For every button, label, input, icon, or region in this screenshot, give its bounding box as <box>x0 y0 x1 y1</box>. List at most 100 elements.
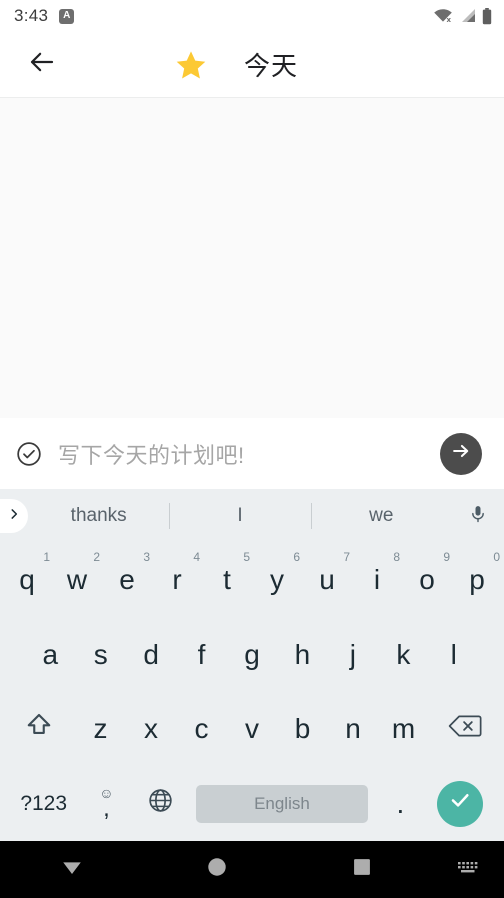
send-button[interactable] <box>440 432 482 475</box>
key-t[interactable]: 5t <box>202 543 252 618</box>
system-navigation-bar <box>0 841 504 898</box>
key-j[interactable]: j <box>328 618 378 693</box>
voice-input-button[interactable] <box>452 503 504 530</box>
backspace-key[interactable] <box>429 692 502 767</box>
comma-key-label: , <box>103 795 110 823</box>
key-o-label: o <box>419 564 435 596</box>
task-input-bar: 写下今天的计划吧! <box>0 418 504 489</box>
key-g[interactable]: g <box>227 618 277 693</box>
key-t-number: 5 <box>243 550 250 564</box>
keyboard-row-2: a s d f g h j k l <box>0 618 504 693</box>
key-y-number: 6 <box>293 550 300 564</box>
spacebar-label: English <box>195 784 369 823</box>
period-key[interactable]: . <box>376 767 425 842</box>
key-a[interactable]: a <box>25 618 75 693</box>
check-icon <box>447 787 473 820</box>
keyboard-row-3: z x c v b n m <box>0 692 504 767</box>
key-p[interactable]: 0p <box>452 543 502 618</box>
cellular-signal-icon <box>459 8 476 24</box>
key-q-label: q <box>19 564 35 596</box>
microphone-icon <box>468 503 488 530</box>
key-u-number: 7 <box>343 550 350 564</box>
nav-recents-button[interactable] <box>289 857 434 882</box>
shift-key[interactable] <box>2 692 75 767</box>
circle-home-icon <box>206 856 228 883</box>
square-recents-icon <box>352 857 372 882</box>
suggestion-item-0[interactable]: thanks <box>28 489 169 543</box>
suggestion-list: thanks I we <box>28 489 452 543</box>
nav-keyboard-indicator <box>434 859 504 881</box>
key-e-label: e <box>119 564 135 596</box>
key-z[interactable]: z <box>75 692 126 767</box>
key-r[interactable]: 4r <box>152 543 202 618</box>
key-s[interactable]: s <box>75 618 125 693</box>
key-r-label: r <box>172 564 182 596</box>
check-circle-icon[interactable] <box>12 437 46 471</box>
key-m[interactable]: m <box>378 692 429 767</box>
status-bar-clock: 3:43 <box>14 6 49 25</box>
key-x[interactable]: x <box>126 692 177 767</box>
key-u-label: u <box>319 564 335 596</box>
key-y-label: y <box>270 564 284 596</box>
enter-key[interactable] <box>425 767 496 842</box>
key-o-number: 9 <box>443 550 450 564</box>
back-button[interactable] <box>20 43 64 87</box>
suggestion-strip: thanks I we <box>0 489 504 543</box>
key-t-label: t <box>223 564 231 596</box>
suggestion-item-1[interactable]: I <box>169 489 310 543</box>
key-q-number: 1 <box>43 550 50 564</box>
soft-keyboard: thanks I we 1q 2w 3e 4r 5t 6y 7 u 8 i 9 … <box>0 489 504 841</box>
key-w-number: 2 <box>93 550 100 564</box>
star-icon[interactable] <box>174 48 208 82</box>
page-title: 今天 <box>244 51 299 81</box>
key-u[interactable]: 7u <box>302 543 352 618</box>
task-list-area[interactable] <box>0 98 504 418</box>
key-i[interactable]: 8i <box>352 543 402 618</box>
key-w-label: w <box>66 564 88 596</box>
arrow-right-icon <box>450 440 472 467</box>
battery-icon <box>482 7 492 25</box>
nav-home-button[interactable] <box>145 856 290 883</box>
key-i-number: 8 <box>393 550 400 564</box>
key-p-number: 0 <box>493 550 500 564</box>
wifi-off-icon: x <box>433 8 453 24</box>
keyboard-row-4: ?123 ☺ , English . <box>0 767 504 842</box>
key-o[interactable]: 9o <box>402 543 452 618</box>
key-q[interactable]: 1q <box>2 543 52 618</box>
expand-suggestions-button[interactable] <box>0 499 28 533</box>
spacebar-key[interactable]: English <box>188 767 376 842</box>
key-k[interactable]: k <box>378 618 428 693</box>
globe-language-icon <box>147 787 174 821</box>
comma-key-stack: ☺ , <box>99 786 113 821</box>
key-h[interactable]: h <box>277 618 327 693</box>
key-d[interactable]: d <box>126 618 176 693</box>
suggestion-item-2[interactable]: we <box>310 489 452 543</box>
key-y[interactable]: 6y <box>252 543 302 618</box>
keyboard-indicator-icon <box>456 859 482 881</box>
key-v[interactable]: v <box>227 692 278 767</box>
notification-badge-icon: A <box>59 8 75 24</box>
key-e-number: 3 <box>143 550 150 564</box>
nav-back-button[interactable] <box>0 853 145 886</box>
key-n[interactable]: n <box>328 692 379 767</box>
status-bar: 3:43 A x <box>0 0 504 32</box>
keyboard-row-1: 1q 2w 3e 4r 5t 6y 7u 8i 9o 0p <box>0 543 504 618</box>
key-c[interactable]: c <box>176 692 227 767</box>
triangle-down-icon <box>58 853 86 886</box>
key-e[interactable]: 3e <box>102 543 152 618</box>
task-input-field[interactable]: 写下今天的计划吧! <box>58 438 440 470</box>
symbols-key[interactable]: ?123 <box>8 767 79 842</box>
key-b[interactable]: b <box>277 692 328 767</box>
shift-icon <box>24 711 54 748</box>
arrow-left-icon <box>27 47 57 82</box>
key-r-number: 4 <box>193 550 200 564</box>
key-f[interactable]: f <box>176 618 226 693</box>
key-w[interactable]: 2w <box>52 543 102 618</box>
key-i-label: i <box>373 564 381 596</box>
phone-screen: 3:43 A x 今天 写下今天的计划吧! thanks I we 1 q 2 … <box>0 0 504 898</box>
backspace-icon <box>448 713 482 746</box>
language-switch-key[interactable] <box>134 767 188 842</box>
key-l[interactable]: l <box>429 618 479 693</box>
app-bar: 今天 <box>0 32 504 98</box>
comma-key[interactable]: ☺ , <box>79 767 133 842</box>
